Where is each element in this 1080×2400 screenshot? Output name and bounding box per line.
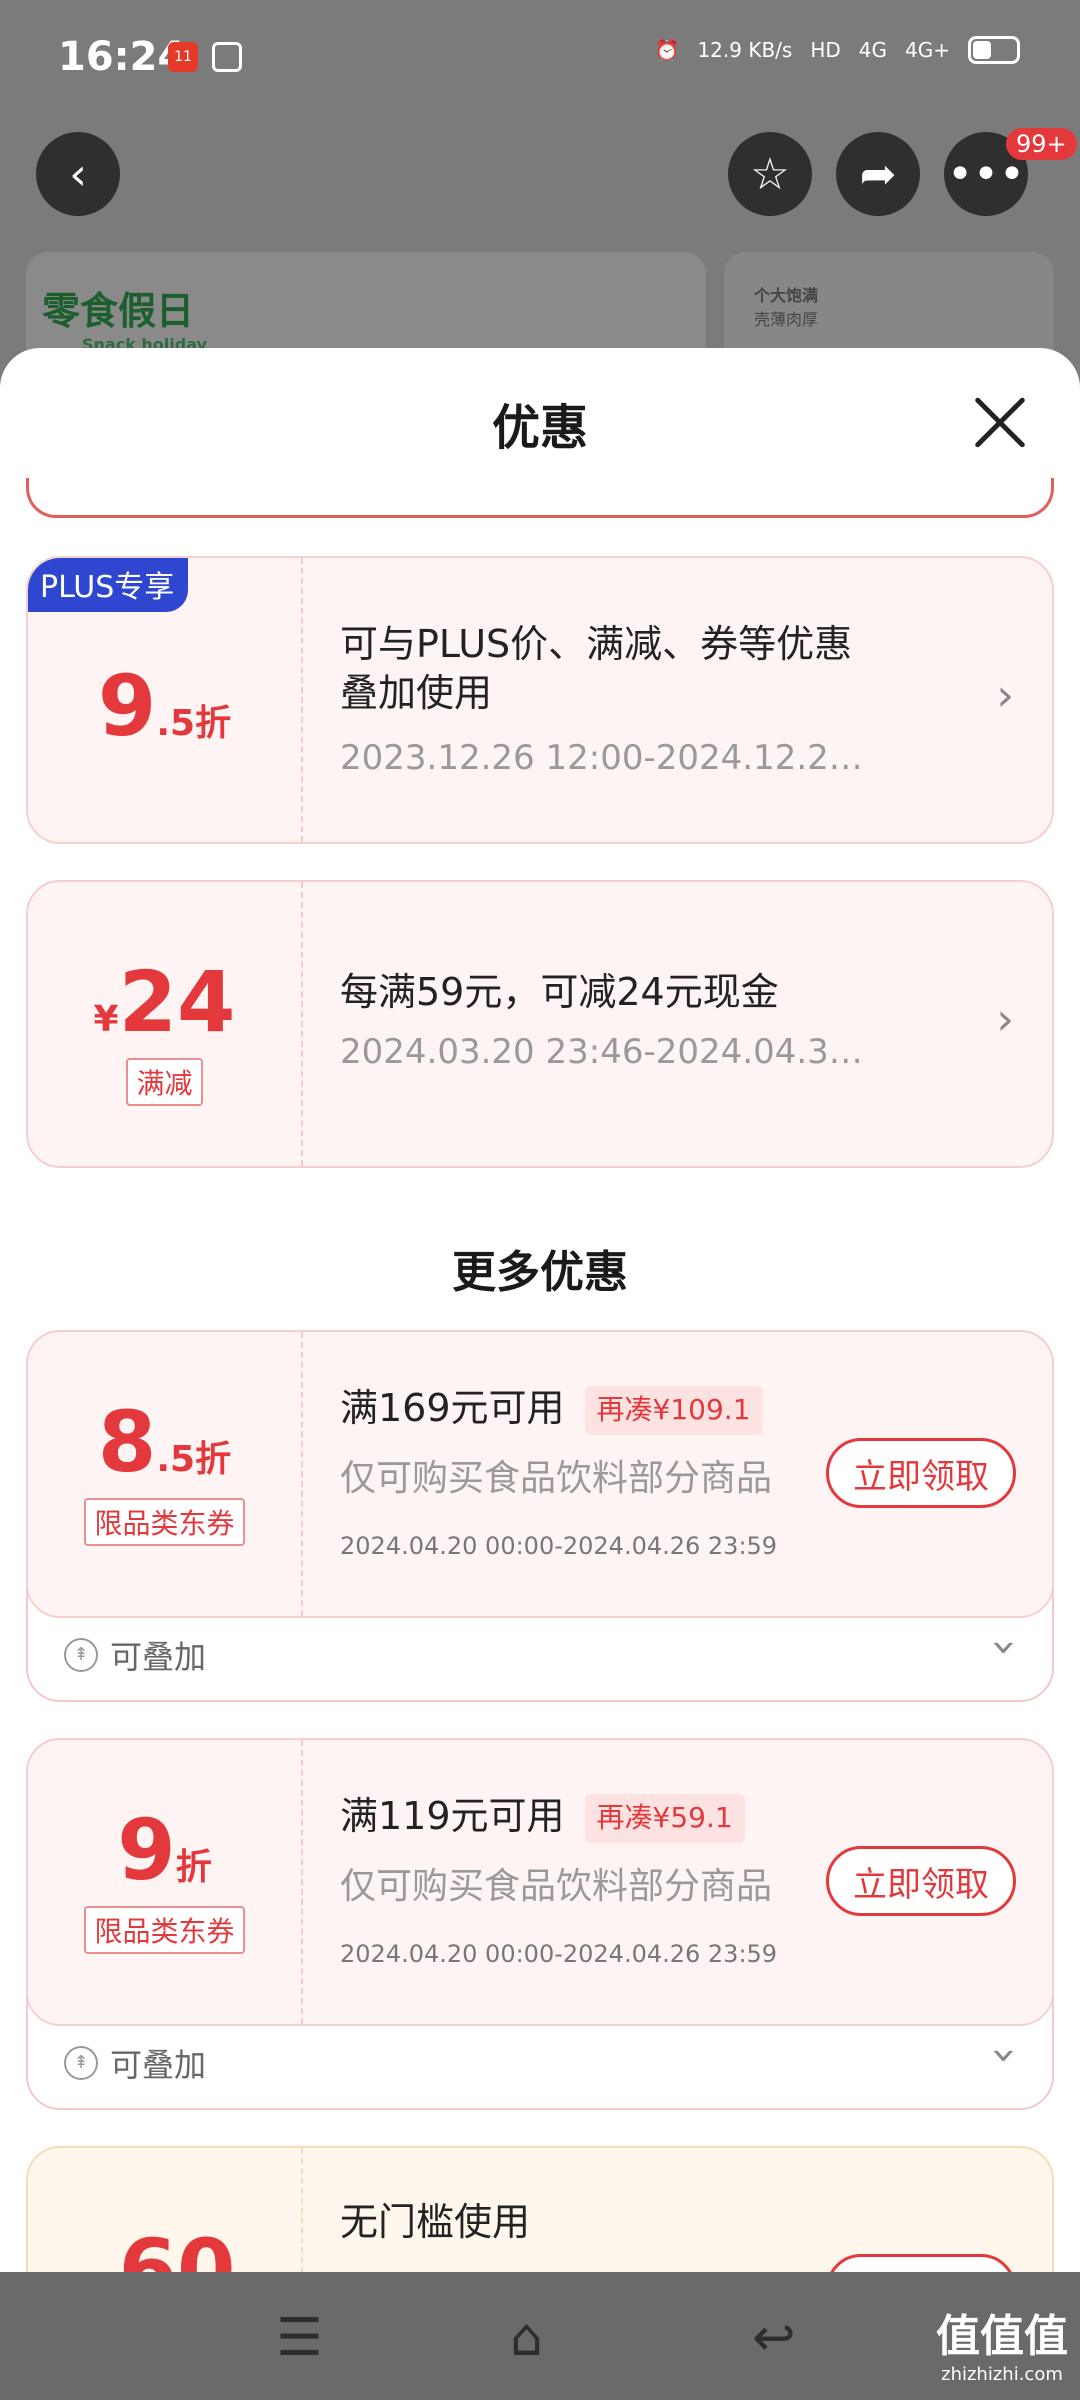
coupon-date: 2024.04.20 00:00-2024.04.26 23:59 [340,1940,778,1968]
coupon-body-2: 9折 限品类东券 满119元可用 再凑¥59.1 仅可购买食品饮料部分商品 202… [26,1738,1054,2026]
status-right: ⏰ 12.9 KB/s HD 4G 4G+ [655,36,1020,64]
plus-badge: PLUS专享 [28,558,189,612]
claim-button[interactable]: 立即领取 [826,1438,1016,1508]
battery-icon [968,36,1020,64]
stackable-row[interactable]: ⇞ 可叠加 [64,2040,206,2086]
system-nav-bar: ☰ ⌂ ↩ [0,2272,1080,2400]
coupon-discount-block: 9折 限品类东券 [28,1740,303,2024]
signal-4g-icon: 4G [858,38,888,62]
plus-promo-card[interactable]: 9.5折 PLUS专享 可与PLUS价、满减、券等优惠叠加使用 2023.12.… [26,556,1054,844]
coupon-scope: 仅可购买食品饮料部分商品 [340,1866,773,1907]
manjian-promo-card[interactable]: ¥24 满减 每满59元，可减24元现金 2024.03.20 23:46-20… [26,880,1054,1168]
manjian-amount-block: ¥24 满减 [28,882,303,1166]
message-count-badge: 99+ [1006,128,1077,160]
manjian-desc: 每满59元，可减24元现金 [340,970,779,1014]
coupon-condition: 满169元可用 再凑¥109.1 [340,1384,763,1435]
stack-icon: ⇞ [64,2046,98,2080]
stack-icon: ⇞ [64,1638,98,1672]
plus-discount-unit: .5折 [156,703,232,744]
more-promos-title: 更多优惠 [452,1247,628,1298]
scrolled-card-edge [26,478,1054,518]
coupon-discount-block: 8.5折 限品类东券 [28,1332,303,1616]
alarm-icon: ⏰ [654,38,680,62]
share-icon[interactable]: ➦ [836,132,920,216]
back-arrow-icon[interactable]: ‹ [36,132,120,216]
coupon-discount-unit: .5折 [156,1439,232,1480]
coupon-extra: 再凑¥109.1 [584,1386,763,1435]
coupon-amount-block: ¥60 [28,2148,303,2273]
coupon-body-3: ¥60 无门槛使用 [26,2146,1054,2273]
back-icon[interactable]: ↩ [752,2308,796,2368]
plus-date: 2023.12.26 12:00-2024.12.2… [340,738,863,778]
close-icon[interactable] [972,394,1028,450]
menu-icon[interactable]: ☰ [276,2308,323,2368]
stackable-row[interactable]: ⇞ 可叠加 [64,1632,206,1678]
coupon-amount: 60 [118,2221,236,2273]
manjian-amount: 24 [118,953,236,1051]
status-bar: 16:24 11 ⏰ 12.9 KB/s HD 4G 4G+ [0,0,1080,120]
coupon-tag: 限品类东券 [84,1498,245,1546]
promo-sheet: 优惠 9.5折 PLUS专享 可与PLUS价、满减、券等优惠叠加使用 2023.… [0,348,1080,2273]
manjian-date: 2024.03.20 23:46-2024.04.3… [340,1032,863,1072]
chevron-down-icon[interactable]: › [980,1639,1031,1657]
status-time: 16:24 [58,34,186,80]
coupon-condition: 无门槛使用 [340,2200,531,2244]
manjian-tag: 满减 [126,1058,203,1106]
watermark: 值值值 zhizhizhi.com [936,2311,1068,2385]
chevron-down-icon[interactable]: › [980,2047,1031,2065]
video-app-icon [212,42,242,72]
manjian-currency: ¥ [93,999,119,1040]
coupon-date: 2024.04.20 00:00-2024.04.26 23:59 [340,1532,778,1560]
star-icon[interactable]: ☆ [728,132,812,216]
coupon-discount-value: 9 [117,1801,176,1899]
hd-icon: HD [810,38,841,62]
plus-discount-value: 9 [97,657,157,755]
claim-button[interactable] [826,2254,1016,2273]
brand-logo: 零食假日 Snack holiday [42,289,207,354]
chevron-right-icon: › [996,994,1014,1045]
coupon-discount-unit: 折 [175,1847,212,1888]
claim-button[interactable]: 立即领取 [826,1846,1016,1916]
coupon-discount-value: 8 [97,1393,157,1491]
plus-desc: 可与PLUS价、满减、券等优惠叠加使用 [340,622,853,716]
coupon-body-1: 8.5折 限品类东券 满169元可用 再凑¥109.1 仅可购买食品饮料部分商品 … [26,1330,1054,1618]
coupon-condition: 满119元可用 再凑¥59.1 [340,1792,745,1843]
home-icon[interactable]: ⌂ [510,2308,543,2368]
coupon-scope: 仅可购买食品饮料部分商品 [340,1458,773,1499]
sheet-title: 优惠 [491,400,588,456]
notification-app-icon: 11 [168,42,198,72]
signal-4g-plus-icon: 4G+ [905,38,950,62]
coupon-tag: 限品类东券 [84,1906,245,1954]
chevron-right-icon: › [996,670,1014,721]
coupon-extra: 再凑¥59.1 [584,1794,745,1843]
net-speed: 12.9 KB/s [697,38,793,62]
